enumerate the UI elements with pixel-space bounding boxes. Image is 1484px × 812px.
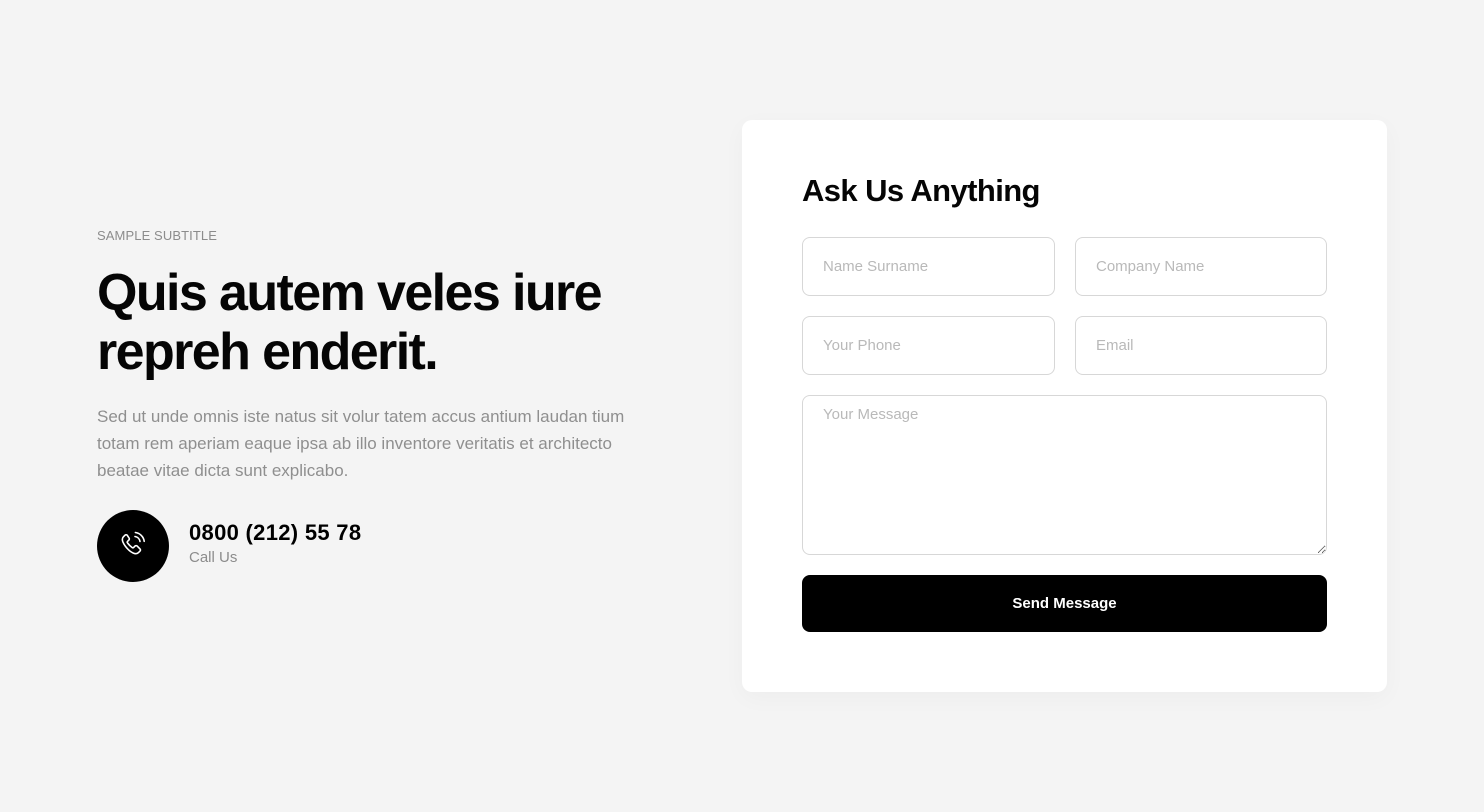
call-us-contact[interactable]: 0800 (212) 55 78 Call Us [97,510,361,582]
phone-icon [116,527,150,566]
company-name-input[interactable] [1075,237,1327,296]
phone-icon-circle[interactable] [97,510,169,582]
contact-text: 0800 (212) 55 78 Call Us [189,520,361,568]
contact-form-card: Ask Us Anything Send Message [742,120,1387,692]
call-us-label: Call Us [189,549,238,566]
message-textarea[interactable] [802,395,1327,555]
hero-section: SAMPLE SUBTITLE Quis autem veles iure re… [97,228,627,582]
phone-number[interactable]: 0800 (212) 55 78 [189,520,361,546]
hero-description: Sed ut unde omnis iste natus sit volur t… [97,407,625,480]
send-message-button[interactable]: Send Message [802,575,1327,632]
phone-input[interactable] [802,316,1055,375]
hero-headline: Quis autem veles iure repreh enderit. [97,264,603,381]
name-surname-input[interactable] [802,237,1055,296]
email-input[interactable] [1075,316,1327,375]
section-subtitle: SAMPLE SUBTITLE [97,228,217,243]
form-title: Ask Us Anything [802,173,1040,208]
